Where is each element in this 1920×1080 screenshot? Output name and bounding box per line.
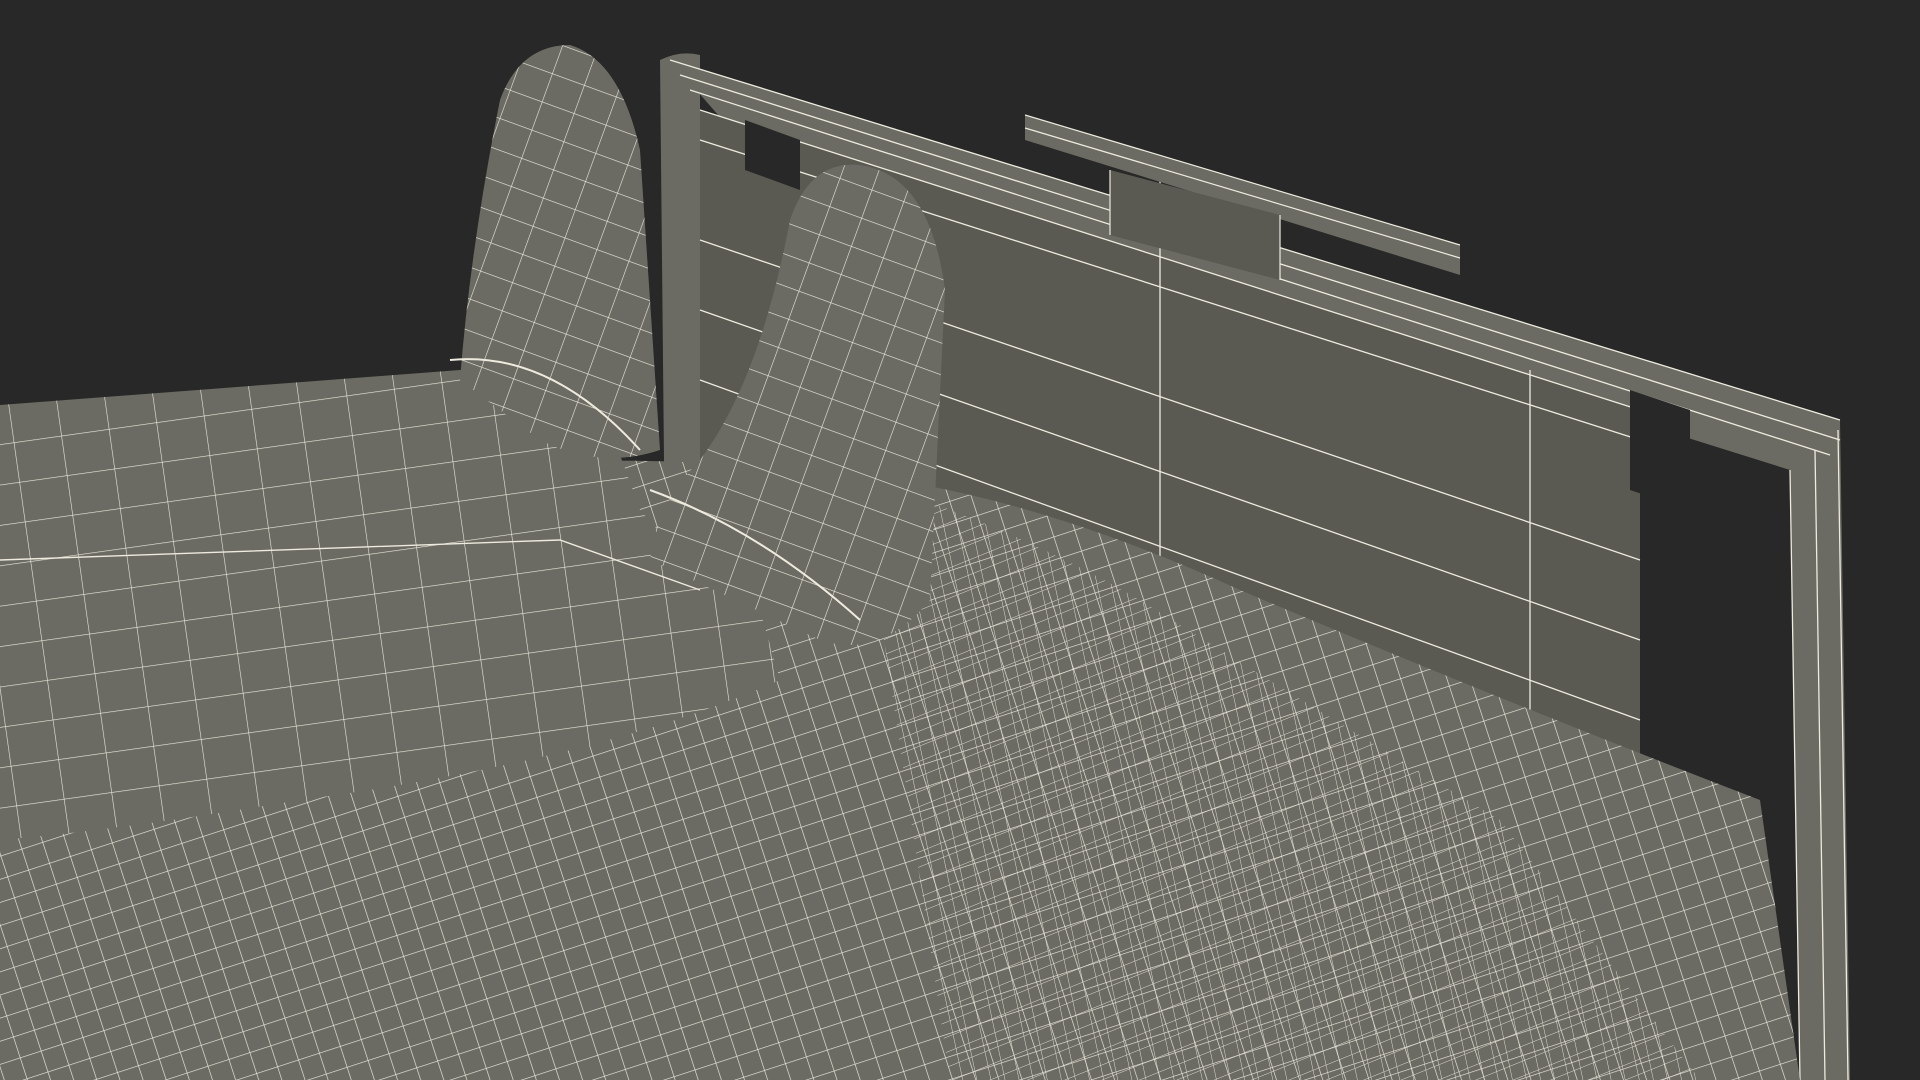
wireframe-render-viewport [0,0,1920,1080]
hospital-bed-wireframe-scene [0,45,1850,1080]
left-foot-slipper [449,45,660,458]
